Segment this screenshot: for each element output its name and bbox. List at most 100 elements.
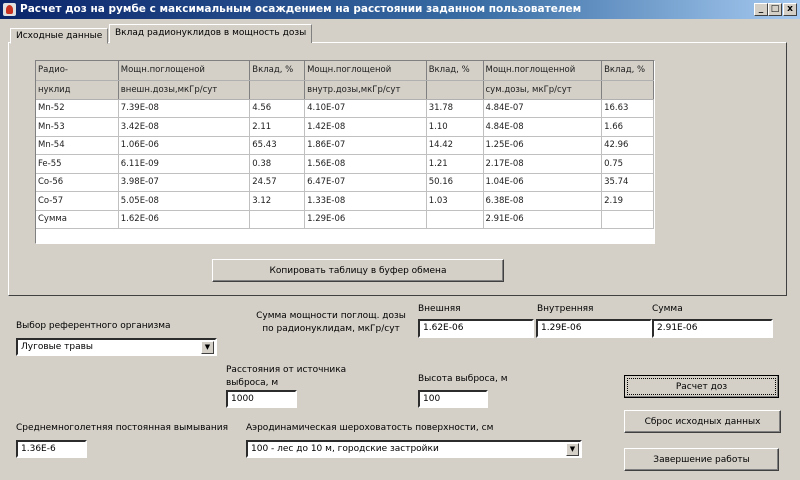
reset-input-button[interactable]: Сброс исходных данных xyxy=(624,410,781,433)
table-cell[interactable] xyxy=(426,210,484,229)
table-cell[interactable]: Mn-52 xyxy=(36,99,119,118)
table-cell[interactable]: 5.05E-08 xyxy=(118,191,251,211)
close-button[interactable]: x xyxy=(783,3,797,16)
table-cell[interactable]: 3.42E-08 xyxy=(118,117,251,137)
table-row[interactable]: Mn-52 7.39E-08 4.56 4.10E-07 31.78 4.84E-07 16… xyxy=(36,99,654,118)
washout-label: Среднемноголетняя постоянная вымывания xyxy=(16,423,229,433)
table-cell[interactable]: 1.21 xyxy=(426,154,484,174)
table-cell[interactable]: 3.98E-07 xyxy=(118,173,251,192)
total-label: Сумма xyxy=(652,304,683,314)
table-cell[interactable]: 1.29E-06 xyxy=(304,210,427,229)
table-cell[interactable]: 4.56 xyxy=(249,99,306,118)
table-cell[interactable]: 2.91E-06 xyxy=(483,210,603,229)
table-cell[interactable]: 0.75 xyxy=(601,154,654,174)
organism-select[interactable]: Луговые травы ▼ xyxy=(16,338,217,356)
table-cell[interactable]: 1.66 xyxy=(601,117,654,137)
results-table[interactable]: Радио- Мощн.поглощеной Вклад, % Мощн.поглощ… xyxy=(35,60,655,244)
chevron-down-icon[interactable]: ▼ xyxy=(566,443,579,456)
chevron-down-icon[interactable]: ▼ xyxy=(201,341,214,354)
table-cell[interactable]: Mn-54 xyxy=(36,136,119,155)
table-cell[interactable]: 65.43 xyxy=(249,136,306,155)
table-row[interactable]: Co-57 5.05E-08 3.12 1.33E-08 1.03 6.38E-08 2.1… xyxy=(36,191,654,211)
total-sum-field[interactable]: 2.91E-06 xyxy=(652,319,773,338)
table-cell[interactable]: 2.17E-08 xyxy=(483,154,603,174)
table-cell[interactable]: 1.25E-06 xyxy=(483,136,603,155)
table-cell[interactable]: 6.11E-09 xyxy=(118,154,251,174)
table-header-row: Радио- Мощн.поглощеной Вклад, % Мощн.поглощ… xyxy=(36,61,654,81)
sum-label: Сумма мощности поглощ. дозы по радионукли… xyxy=(246,310,416,336)
table-cell[interactable]: 31.78 xyxy=(426,99,484,118)
table-row[interactable]: Fe-55 6.11E-09 0.38 1.56E-08 1.21 2.17E-08 0.7… xyxy=(36,154,654,174)
table-cell[interactable]: 2.19 xyxy=(601,191,654,211)
tab-input-data[interactable]: Исходные данные xyxy=(10,28,109,44)
table-cell[interactable]: Fe-55 xyxy=(36,154,119,174)
distance-field[interactable]: 1000 xyxy=(226,390,297,408)
minimize-button[interactable]: _ xyxy=(754,3,768,16)
table-cell[interactable]: 1.33E-08 xyxy=(304,191,427,211)
tab-nuclide-contribution[interactable]: Вклад радионуклидов в мощность дозы xyxy=(109,24,313,43)
column-header[interactable]: Радио- xyxy=(36,61,119,81)
table-cell[interactable]: 1.62E-06 xyxy=(118,210,251,229)
table-cell[interactable]: 1.42E-08 xyxy=(304,117,427,137)
table-cell[interactable]: 7.39E-08 xyxy=(118,99,251,118)
calculate-dose-button[interactable]: Расчет доз xyxy=(624,375,779,398)
table-cell[interactable]: 1.04E-06 xyxy=(483,173,603,192)
internal-sum-field[interactable]: 1.29E-06 xyxy=(536,319,652,338)
table-cell[interactable]: Co-56 xyxy=(36,173,119,192)
column-header[interactable]: внешн.дозы,мкГр/сут xyxy=(118,80,251,100)
column-header[interactable]: Мощн.поглощеной xyxy=(118,61,251,81)
column-header[interactable] xyxy=(601,80,654,100)
column-header[interactable] xyxy=(249,80,306,100)
table-cell[interactable]: 2.11 xyxy=(249,117,306,137)
table-cell[interactable] xyxy=(249,210,306,229)
table-cell[interactable]: Сумма xyxy=(36,210,119,229)
table-cell[interactable]: 1.06E-06 xyxy=(118,136,251,155)
table-cell[interactable]: 1.03 xyxy=(426,191,484,211)
table-cell[interactable]: Mn-53 xyxy=(36,117,119,137)
table-cell[interactable]: 24.57 xyxy=(249,173,306,192)
table-row[interactable]: Сумма 1.62E-06 1.29E-06 2.91E-06 xyxy=(36,210,654,229)
column-header[interactable]: сум.дозы, мкГр/сут xyxy=(483,80,603,100)
column-header[interactable]: Мощн.поглощенной xyxy=(483,61,603,81)
column-header[interactable]: Вклад, % xyxy=(601,61,654,81)
table-cell[interactable]: 6.38E-08 xyxy=(483,191,603,211)
window-title: Расчет доз на румбе с максимальным осажд… xyxy=(20,3,582,15)
roughness-label: Аэродинамическая шероховатость поверхнос… xyxy=(246,423,494,433)
table-cell[interactable]: 6.47E-07 xyxy=(304,173,427,192)
washout-field[interactable]: 1.36E-6 xyxy=(16,440,87,458)
table-cell[interactable]: 4.84E-07 xyxy=(483,99,603,118)
roughness-select[interactable]: 100 - лес до 10 м, городские застройки ▼ xyxy=(246,440,582,458)
exit-button[interactable]: Завершение работы xyxy=(624,448,779,471)
table-cell[interactable]: 1.10 xyxy=(426,117,484,137)
table-cell[interactable]: 0.38 xyxy=(249,154,306,174)
column-header[interactable]: нуклид xyxy=(36,80,119,100)
column-header[interactable]: Вклад, % xyxy=(426,61,484,81)
table-cell[interactable]: 4.84E-08 xyxy=(483,117,603,137)
table-row[interactable]: Mn-54 1.06E-06 65.43 1.86E-07 14.42 1.25E-06 4… xyxy=(36,136,654,155)
table-row[interactable]: Mn-53 3.42E-08 2.11 1.42E-08 1.10 4.84E-08 1.6… xyxy=(36,117,654,137)
roughness-value: 100 - лес до 10 м, городские застройки xyxy=(251,444,439,454)
table-header-row: нуклид внешн.дозы,мкГр/сут внутр.дозы,мкГр… xyxy=(36,80,654,100)
table-cell[interactable]: 35.74 xyxy=(601,173,654,192)
table-row[interactable]: Co-56 3.98E-07 24.57 6.47E-07 50.16 1.04E-06 3… xyxy=(36,173,654,192)
column-header[interactable] xyxy=(426,80,484,100)
table-cell[interactable]: 4.10E-07 xyxy=(304,99,427,118)
internal-label: Внутренняя xyxy=(537,304,594,314)
table-cell[interactable]: 3.12 xyxy=(249,191,306,211)
table-cell[interactable]: Co-57 xyxy=(36,191,119,211)
column-header[interactable]: внутр.дозы,мкГр/сут xyxy=(304,80,427,100)
copy-table-button[interactable]: Копировать таблицу в буфер обмена xyxy=(212,259,504,282)
title-bar: Расчет доз на румбе с максимальным осажд… xyxy=(0,0,800,19)
height-field[interactable]: 100 xyxy=(418,390,488,408)
column-header[interactable]: Мощн.поглощеной xyxy=(304,61,427,81)
table-cell[interactable]: 50.16 xyxy=(426,173,484,192)
table-cell[interactable]: 42.96 xyxy=(601,136,654,155)
table-cell[interactable]: 14.42 xyxy=(426,136,484,155)
table-cell[interactable]: 1.56E-08 xyxy=(304,154,427,174)
column-header[interactable]: Вклад, % xyxy=(249,61,306,81)
table-cell[interactable]: 1.86E-07 xyxy=(304,136,427,155)
table-cell[interactable]: 16.63 xyxy=(601,99,654,118)
maximize-button[interactable]: □ xyxy=(768,3,782,16)
external-sum-field[interactable]: 1.62E-06 xyxy=(418,319,534,338)
table-cell[interactable] xyxy=(601,210,654,229)
